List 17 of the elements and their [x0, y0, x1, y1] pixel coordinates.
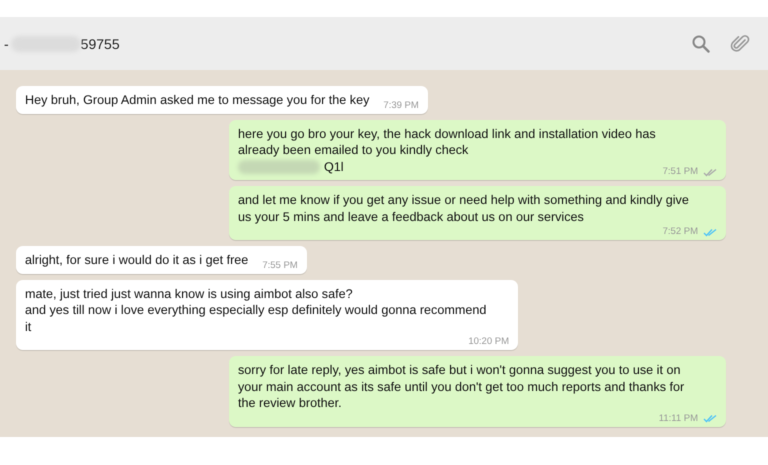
message-time: 11:11 PM [658, 414, 698, 424]
message-text: here you go bro your key, the hack download link and installation video has already been emailed to you kindly check [238, 126, 657, 158]
message-text: Hey bruh, Group Admin asked me to message you for the key [25, 92, 370, 108]
message-time: 10:20 PM [468, 337, 509, 347]
search-icon[interactable] [692, 34, 710, 52]
contact-number: 59755 [80, 36, 120, 52]
message-text: mate, just tried just wanna know is using aimbot also safe? and yes till now i love everything especially esp definitely would gonna recommend it [25, 286, 486, 335]
message-time: 7:52 PM [662, 227, 698, 237]
paperclip-icon[interactable] [730, 34, 750, 54]
contact-prefix: - [4, 36, 9, 52]
message-text: sorry for late reply, yes aimbot is safe but i won't gonna suggest you to use it on your main account as its safe until you don't get too much reports and thanks for the review brother. [238, 362, 686, 412]
key-text: Q1l [324, 158, 344, 175]
message-time: 7:55 PM [262, 260, 298, 270]
message-text: and let me know if you get any issue or need help with something and kindly give us your 5 mins and leave a feedback about us on our services [238, 192, 690, 225]
message-time: 7:51 PM [662, 167, 698, 177]
message-text: alright, for sure i would do it as i get free [25, 252, 248, 268]
message-time: 7:39 PM [383, 100, 419, 110]
